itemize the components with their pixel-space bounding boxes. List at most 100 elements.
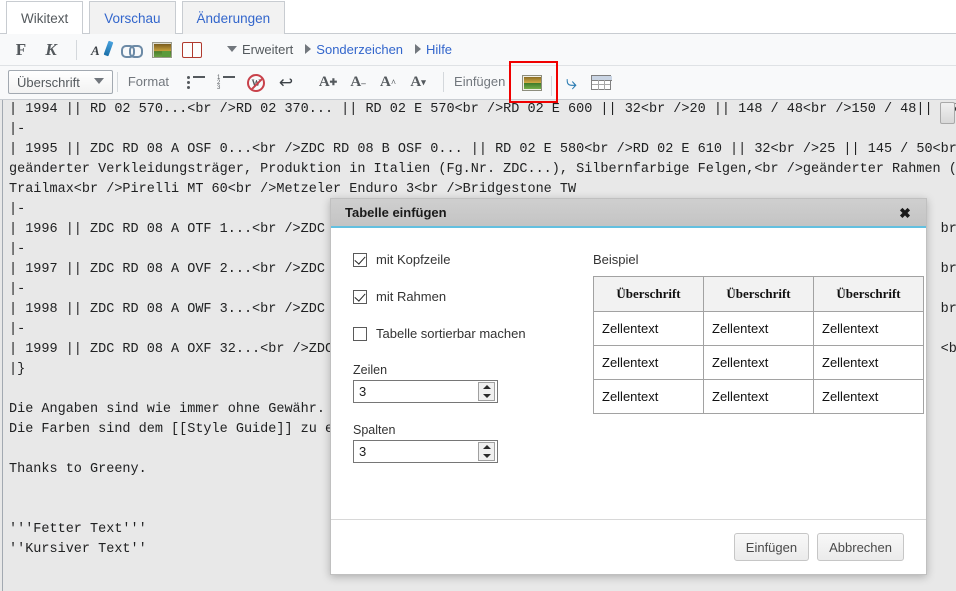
dialog-footer: Einfügen Abbrechen — [331, 519, 926, 574]
toolbar-menus-group: Erweitert Sonderzeichen Hilfe — [213, 34, 462, 65]
checkbox-row-sortierbar[interactable]: Tabelle sortierbar machen — [353, 326, 593, 341]
smaller-text-button[interactable]: A – — [345, 70, 371, 96]
beispiel-label: Beispiel — [593, 252, 639, 267]
toolbar-insert-group — [81, 34, 213, 65]
spalten-stepper[interactable] — [353, 440, 498, 463]
toolbar-insert2-group: ⤷ — [511, 66, 622, 99]
checkbox-sortierbar[interactable] — [353, 326, 367, 341]
spalten-increment-button[interactable] — [479, 443, 494, 452]
zeilen-label: Zeilen — [353, 363, 388, 377]
toolbar-secondary: Überschrift Format 123 W ↩ A ✚ A – A ^ A ▾ E… — [0, 66, 956, 100]
italic-button[interactable]: K — [38, 37, 64, 63]
field-zeilen: Zeilen — [353, 363, 593, 403]
zeilen-decrement-button[interactable] — [479, 392, 494, 401]
dialog-titlebar[interactable]: Tabelle einfügen ✖ — [331, 199, 926, 228]
bigger-text-button[interactable]: A ✚ — [315, 70, 341, 96]
book-reference-icon[interactable] — [179, 37, 205, 63]
checkbox-rahmen-label: mit Rahmen — [376, 289, 447, 304]
editor-line: |- — [9, 122, 26, 137]
example-table-header-row: Überschrift Überschrift Überschrift — [593, 276, 924, 312]
spalten-decrement-button[interactable] — [479, 452, 494, 461]
bold-label: F — [15, 39, 27, 59]
tab-wikitext-label: Wikitext — [21, 11, 69, 26]
tab-aenderungen-label: Änderungen — [196, 11, 271, 26]
numbered-list-icon[interactable]: 123 — [213, 70, 239, 96]
signature-pen-icon[interactable] — [89, 37, 115, 63]
editor-line: geänderter Verkleidungsträger, Produktio… — [9, 162, 956, 177]
spalten-spin-buttons[interactable] — [478, 442, 495, 461]
tab-wikitext[interactable]: Wikitext — [6, 1, 84, 35]
insert-table-dialog: Tabelle einfügen ✖ mit Kopfzeile mit Rah… — [330, 198, 927, 575]
example-table-header-cell: Überschrift — [813, 276, 924, 312]
spalten-label: Spalten — [353, 423, 396, 437]
editor-tabstrip: Wikitext Vorschau Änderungen — [0, 0, 956, 35]
insert-table-icon[interactable] — [588, 70, 614, 96]
dialog-body: mit Kopfzeile mit Rahmen Tabelle sortier… — [331, 230, 926, 519]
image-icon[interactable] — [149, 37, 175, 63]
toolbar-format-group: F K — [0, 34, 72, 65]
nowiki-icon[interactable]: W — [243, 70, 269, 96]
checkbox-row-rahmen[interactable]: mit Rahmen — [353, 289, 593, 304]
checkbox-kopfzeile-label: mit Kopfzeile — [376, 252, 451, 267]
reference-arrow-icon[interactable]: ⤷ — [558, 70, 584, 96]
dialog-options-column: mit Kopfzeile mit Rahmen Tabelle sortier… — [353, 252, 593, 519]
example-table-cell: Zellentext — [593, 311, 704, 346]
editor-scrollbar-thumb[interactable] — [940, 102, 955, 124]
cancel-button[interactable]: Abbrechen — [817, 533, 904, 561]
chevron-down-icon — [227, 45, 237, 52]
bold-button[interactable]: F — [8, 37, 34, 63]
chevron-down-icon-heading — [93, 78, 104, 84]
app-root: Wikitext Vorschau Änderungen F K Erweite… — [0, 0, 956, 591]
superscript-button[interactable]: A ^ — [375, 70, 401, 96]
spalten-input[interactable] — [354, 442, 469, 461]
example-table-header-cell: Überschrift — [703, 276, 814, 312]
editor-line: | 1995 || ZDC RD 08 A OSF 0...<br />ZDC … — [9, 142, 956, 157]
toolbar-list-group: 123 W ↩ — [175, 66, 307, 99]
dialog-title: Tabelle einfügen — [345, 205, 447, 220]
zeilen-increment-button[interactable] — [479, 383, 494, 392]
heading-select-value: Überschrift — [17, 74, 80, 90]
toolbar-separator-3 — [443, 72, 445, 92]
chevron-right-icon-hilfe — [415, 43, 422, 54]
subscript-button[interactable]: A ▾ — [405, 70, 431, 96]
toolbar-separator — [76, 40, 77, 60]
insert-button[interactable]: Einfügen — [733, 533, 810, 561]
newline-icon[interactable]: ↩ — [273, 70, 299, 96]
toolbar-primary: F K Erweitert Sonderzeichen Hilfe — [0, 34, 956, 66]
example-table-cell: Zellentext — [703, 311, 814, 346]
checkbox-rahmen[interactable] — [353, 289, 367, 304]
close-icon[interactable]: ✖ — [896, 204, 914, 222]
einfuegen-label: Einfügen — [454, 74, 506, 89]
heading-select[interactable]: Überschrift — [8, 70, 113, 94]
example-table-header-cell: Überschrift — [593, 276, 704, 312]
example-table-row: Zellentext Zellentext Zellentext — [593, 311, 924, 346]
example-table-row: Zellentext Zellentext Zellentext — [593, 345, 924, 380]
zeilen-input[interactable] — [354, 382, 469, 401]
editor-line: | 1994 || RD 02 570...<br />RD 02 370...… — [9, 102, 956, 117]
hilfe-menu[interactable]: Hilfe — [426, 34, 456, 66]
field-spalten: Spalten — [353, 423, 593, 463]
zeilen-stepper[interactable] — [353, 380, 498, 403]
example-table-cell: Zellentext — [593, 379, 704, 414]
link-icon[interactable] — [119, 37, 145, 63]
checkbox-kopfzeile[interactable] — [353, 252, 367, 267]
erweitert-menu[interactable]: Erweitert — [242, 34, 297, 66]
toolbar-separator-2 — [116, 72, 118, 92]
chevron-right-icon-sonderzeichen — [305, 43, 312, 54]
bullet-list-icon[interactable] — [183, 70, 209, 96]
example-table: Überschrift Überschrift Überschrift Zellen… — [593, 276, 924, 414]
insert-image-icon[interactable] — [519, 70, 545, 96]
example-table-cell: Zellentext — [703, 379, 814, 414]
checkbox-sortierbar-label: Tabelle sortierbar machen — [376, 326, 526, 341]
checkbox-row-kopfzeile[interactable]: mit Kopfzeile — [353, 252, 593, 267]
format-label: Format — [127, 74, 170, 89]
tab-vorschau[interactable]: Vorschau — [89, 1, 176, 34]
tab-vorschau-label: Vorschau — [104, 11, 161, 26]
tab-aenderungen[interactable]: Änderungen — [181, 1, 286, 34]
zeilen-spin-buttons[interactable] — [478, 382, 495, 401]
italic-label: K — [45, 39, 57, 59]
editor-line: Trailmax<br />Pirelli MT 60<br />Metzele… — [9, 182, 577, 197]
dialog-preview-column: Beispiel Überschrift Überschrift Überschri… — [593, 252, 924, 519]
example-table-cell: Zellentext — [813, 345, 924, 380]
sonderzeichen-menu[interactable]: Sonderzeichen — [316, 34, 407, 66]
